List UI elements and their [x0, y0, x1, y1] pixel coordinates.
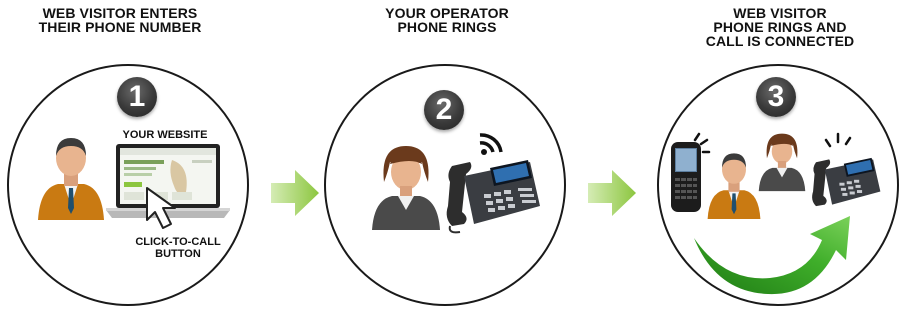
- website-label: YOUR WEBSITE: [122, 129, 208, 141]
- step-3-title: WEB VISITOR PHONE RINGS AND CALL IS CONN…: [705, 5, 855, 49]
- desk-phone-icon: [812, 157, 881, 207]
- operator-woman-icon: [758, 133, 806, 192]
- smartphone-icon: [671, 132, 711, 212]
- visitor-man-icon: [707, 153, 761, 219]
- step-2-title: YOUR OPERATOR PHONE RINGS: [385, 5, 509, 35]
- step-1-number-badge: 1: [117, 77, 157, 117]
- next-step-arrow-icon: [588, 170, 636, 216]
- ring-marks-icon: [824, 132, 852, 148]
- next-step-arrow-icon: [271, 170, 319, 216]
- step-1-title: WEB VISITOR ENTERS THEIR PHONE NUMBER: [38, 5, 202, 35]
- step-3-number-badge: 3: [756, 77, 796, 117]
- curved-connect-arrow-icon: [694, 216, 850, 295]
- visitor-man-icon: [38, 138, 104, 220]
- desk-phone-icon: [446, 160, 540, 234]
- cursor-arrow-icon: [146, 187, 176, 229]
- click-to-call-button-label: CLICK-TO-CALL BUTTON: [135, 236, 221, 260]
- step-2-number-badge: 2: [424, 90, 464, 130]
- operator-woman-icon: [372, 146, 440, 230]
